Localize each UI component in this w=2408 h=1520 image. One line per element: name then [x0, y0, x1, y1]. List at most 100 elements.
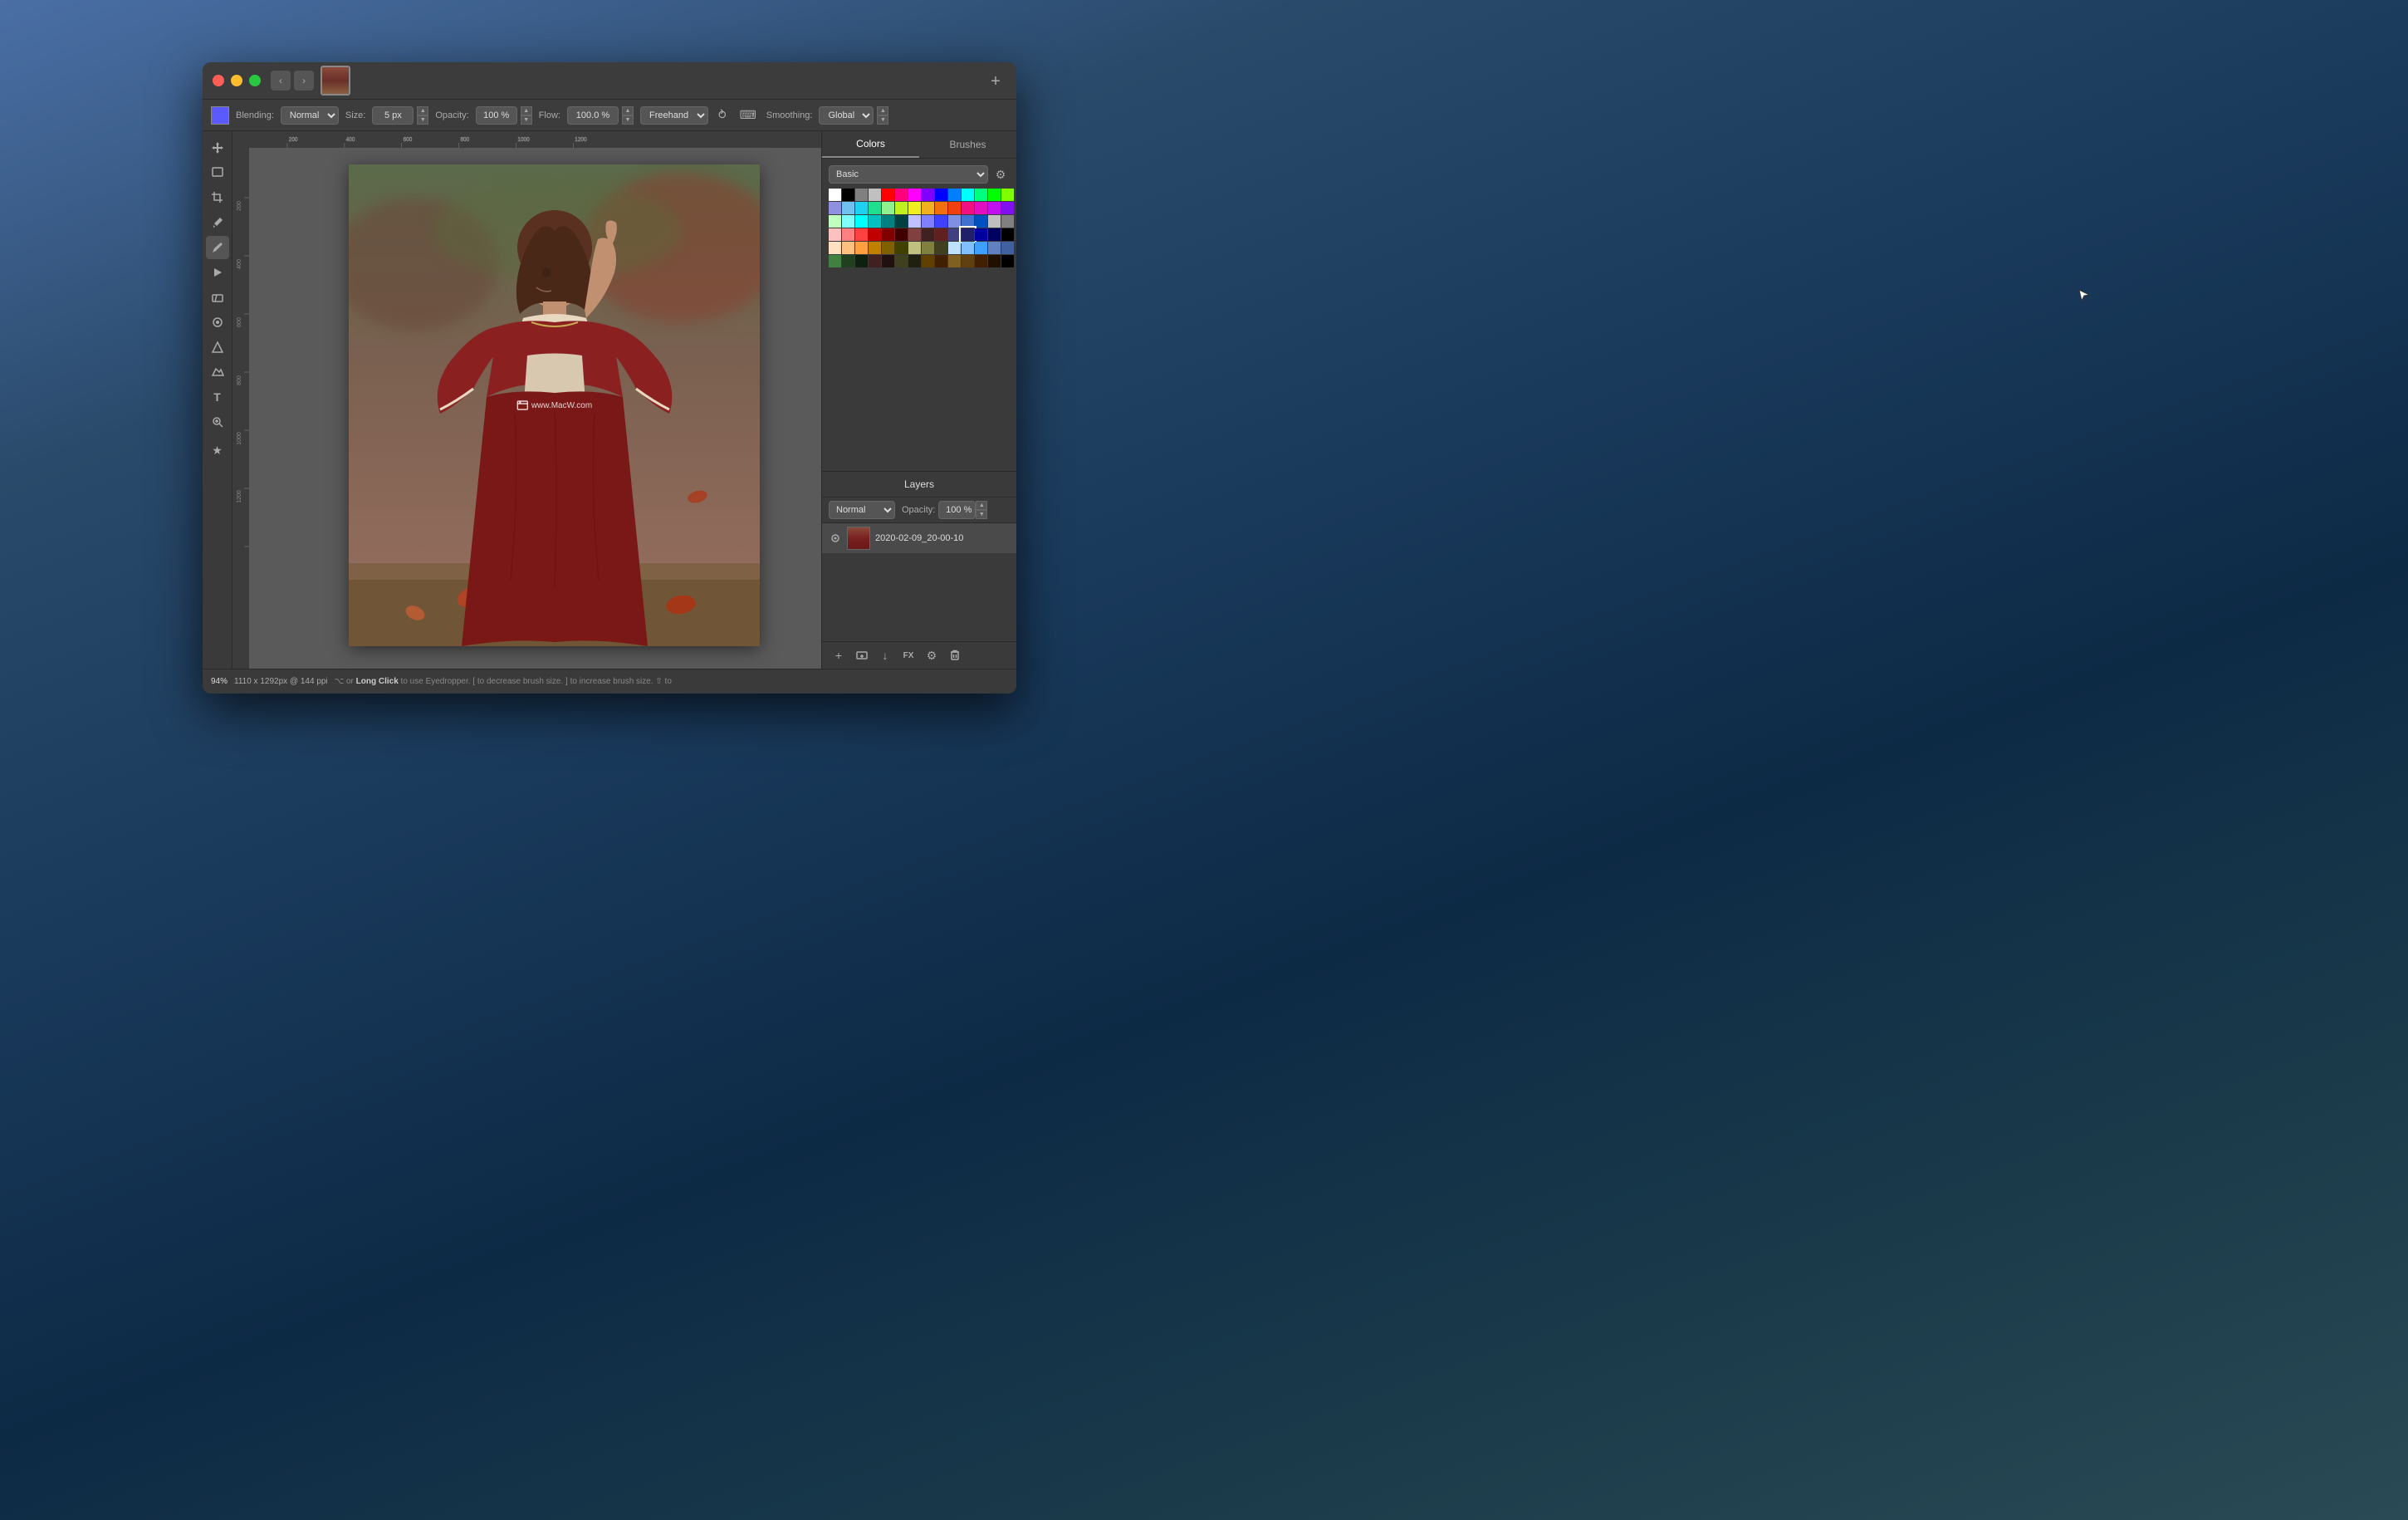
swatch-red[interactable] [882, 189, 894, 201]
fx-button[interactable]: FX [898, 645, 918, 665]
swatch-r4-14[interactable] [1001, 228, 1014, 241]
swatch-r3-2[interactable] [842, 215, 854, 228]
swatch-r2-6[interactable] [895, 202, 908, 214]
swatch-r6-14[interactable] [1001, 255, 1014, 267]
move-tool-btn[interactable] [206, 136, 229, 159]
flow-up-btn[interactable]: ▲ [622, 106, 634, 115]
swatch-r2-5[interactable] [882, 202, 894, 214]
effects-tool-btn[interactable]: ★ [206, 439, 229, 462]
swatch-magenta[interactable] [908, 189, 921, 201]
opacity-input[interactable] [476, 106, 517, 125]
swatch-r4-13[interactable] [988, 228, 1001, 241]
download-layer-button[interactable]: ↓ [875, 645, 895, 665]
swatch-r2-3[interactable] [855, 202, 868, 214]
swatch-r6-10[interactable] [948, 255, 961, 267]
swatch-r3-7[interactable] [908, 215, 921, 228]
swatch-r6-3[interactable] [855, 255, 868, 267]
selection-tool-btn[interactable] [206, 161, 229, 184]
swatch-white[interactable] [829, 189, 841, 201]
blending-select[interactable]: Normal [281, 106, 339, 125]
crop-tool-btn[interactable] [206, 186, 229, 209]
size-down-btn[interactable]: ▼ [417, 115, 428, 125]
swatch-r5-8[interactable] [922, 242, 934, 254]
swatch-r6-5[interactable] [882, 255, 894, 267]
swatch-r4-11-selected[interactable] [962, 228, 974, 241]
swatch-r5-2[interactable] [842, 242, 854, 254]
swatch-r5-1[interactable] [829, 242, 841, 254]
maximize-button[interactable] [249, 75, 261, 86]
text-tool-btn[interactable]: T [206, 385, 229, 409]
back-button[interactable]: ‹ [271, 71, 291, 91]
swatch-r6-12[interactable] [975, 255, 987, 267]
freehand-select[interactable]: Freehand [640, 106, 708, 125]
swatch-r2-13[interactable] [988, 202, 1001, 214]
swatch-chartreuse[interactable] [1001, 189, 1014, 201]
swatch-r4-2[interactable] [842, 228, 854, 241]
layer-item[interactable]: 2020-02-09_20-00-10 [822, 523, 1016, 554]
swatch-r4-7[interactable] [908, 228, 921, 241]
smoothing-select[interactable]: Global [819, 106, 874, 125]
close-button[interactable] [213, 75, 224, 86]
swatch-silver[interactable] [869, 189, 881, 201]
swatch-r4-6[interactable] [895, 228, 908, 241]
eyedropper-tool-btn[interactable] [206, 211, 229, 234]
layer-opacity-input[interactable] [938, 501, 976, 519]
add-layer-button[interactable]: + [829, 645, 849, 665]
path-options-btn[interactable]: ⥁ [715, 106, 730, 124]
swatch-r3-14[interactable] [1001, 215, 1014, 228]
swatch-r5-5[interactable] [882, 242, 894, 254]
shape-tool-btn[interactable] [206, 336, 229, 359]
layer-settings-button[interactable]: ⚙ [922, 645, 942, 665]
add-tab-button[interactable]: + [985, 71, 1006, 92]
add-group-button[interactable] [852, 645, 872, 665]
colors-gear-button[interactable]: ⚙ [991, 165, 1010, 184]
swatch-r2-7[interactable] [908, 202, 921, 214]
brushes-tab[interactable]: Brushes [919, 131, 1016, 158]
swatch-green[interactable] [988, 189, 1001, 201]
swatch-rose[interactable] [895, 189, 908, 201]
swatch-r2-1[interactable] [829, 202, 841, 214]
swatch-cyan[interactable] [962, 189, 974, 201]
layer-visibility-toggle[interactable] [829, 532, 842, 545]
pressure-btn[interactable]: ⌨ [737, 106, 760, 124]
swatch-r5-12[interactable] [975, 242, 987, 254]
swatch-blue[interactable] [935, 189, 947, 201]
swatch-r4-3[interactable] [855, 228, 868, 241]
opacity-up-btn[interactable]: ▲ [521, 106, 532, 115]
swatch-r2-2[interactable] [842, 202, 854, 214]
swatch-r2-14[interactable] [1001, 202, 1014, 214]
zoom-tool-btn[interactable] [206, 410, 229, 434]
swatch-r6-9[interactable] [935, 255, 947, 267]
swatch-r6-1[interactable] [829, 255, 841, 267]
paint-tool-btn[interactable] [206, 236, 229, 259]
swatch-r3-3[interactable] [855, 215, 868, 228]
swatch-gray[interactable] [855, 189, 868, 201]
layer-mode-select[interactable]: Normal [829, 501, 895, 519]
swatch-r5-10[interactable] [948, 242, 961, 254]
fill-tool-btn[interactable] [206, 261, 229, 284]
swatch-r2-12[interactable] [975, 202, 987, 214]
retouch-tool-btn[interactable] [206, 311, 229, 334]
swatch-r3-4[interactable] [869, 215, 881, 228]
swatch-r5-4[interactable] [869, 242, 881, 254]
swatch-r5-7[interactable] [908, 242, 921, 254]
swatch-r4-10[interactable] [948, 228, 961, 241]
swatch-r2-8[interactable] [922, 202, 934, 214]
layer-opacity-up-btn[interactable]: ▲ [976, 501, 987, 510]
size-up-btn[interactable]: ▲ [417, 106, 428, 115]
canvas-area[interactable]: 200 400 600 800 1000 1200 [232, 131, 821, 669]
swatch-r6-6[interactable] [895, 255, 908, 267]
canvas-viewport[interactable]: www.MacW.com [249, 148, 821, 669]
colors-tab[interactable]: Colors [822, 131, 919, 158]
swatch-r3-12[interactable] [975, 215, 987, 228]
smoothing-down-btn[interactable]: ▼ [877, 115, 888, 125]
swatch-r3-1[interactable] [829, 215, 841, 228]
swatch-r3-8[interactable] [922, 215, 934, 228]
swatch-r2-9[interactable] [935, 202, 947, 214]
swatch-r4-9[interactable] [935, 228, 947, 241]
swatch-spring[interactable] [975, 189, 987, 201]
swatch-azure[interactable] [948, 189, 961, 201]
minimize-button[interactable] [231, 75, 242, 86]
swatch-r3-5[interactable] [882, 215, 894, 228]
swatch-r5-9[interactable] [935, 242, 947, 254]
